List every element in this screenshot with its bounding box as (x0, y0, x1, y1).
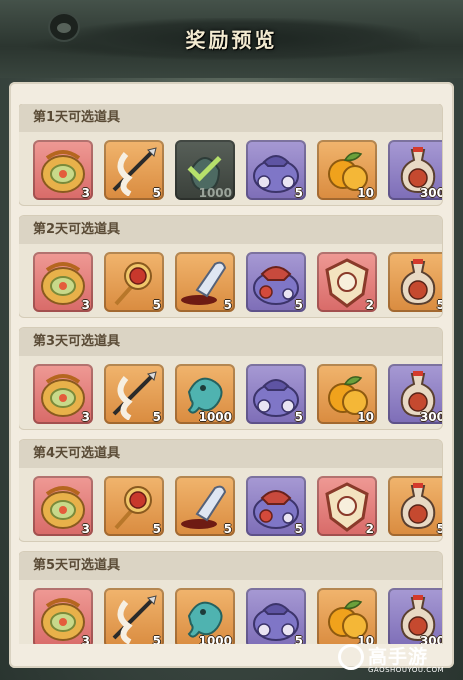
reward-day-section: 第1天可选道具 3 5 1000 5 10 300 (19, 104, 442, 205)
reward-item[interactable]: 10 (317, 140, 377, 200)
item-quantity: 5 (436, 298, 442, 312)
reward-item[interactable]: 1000 (175, 588, 235, 644)
watermark-logo: 高手游 GAOSHOUYOU.COM (338, 642, 458, 676)
reward-day-section: 第4天可选道具 3 5 5 5 2 5 (19, 440, 442, 541)
brand-logo-icon (338, 644, 364, 670)
reward-item[interactable]: 5 (246, 476, 306, 536)
item-quantity: 2 (365, 522, 374, 536)
item-quantity: 3 (81, 634, 90, 644)
item-quantity: 10 (357, 410, 374, 424)
item-quantity: 300 (419, 410, 442, 424)
reward-item[interactable]: 3 (33, 140, 93, 200)
day-label: 第3天可选道具 (19, 328, 442, 356)
item-row: 3 5 1000 5 10 300 (33, 364, 442, 424)
item-quantity: 5 (152, 410, 161, 424)
reward-item[interactable]: 5 (246, 252, 306, 312)
reward-item[interactable]: 5 (104, 476, 164, 536)
item-quantity: 1000 (198, 186, 232, 200)
reward-day-section: 第2天可选道具 3 5 5 5 2 5 (19, 216, 442, 317)
reward-item[interactable]: 10 (317, 364, 377, 424)
reward-item[interactable]: 3 (33, 364, 93, 424)
reward-item[interactable]: 300 (388, 140, 442, 200)
reward-item[interactable]: 5 (246, 364, 306, 424)
item-row: 3 5 5 5 2 5 (33, 476, 442, 536)
reward-item[interactable]: 5 (246, 588, 306, 644)
item-quantity: 5 (294, 410, 303, 424)
item-quantity: 300 (419, 186, 442, 200)
item-quantity: 3 (81, 522, 90, 536)
reward-item[interactable]: 300 (388, 364, 442, 424)
reward-item[interactable]: 5 (175, 476, 235, 536)
reward-item[interactable]: 5 (104, 588, 164, 644)
item-quantity: 5 (223, 522, 232, 536)
item-quantity: 5 (294, 522, 303, 536)
item-quantity: 5 (152, 186, 161, 200)
reward-item[interactable]: 5 (175, 252, 235, 312)
reward-item[interactable]: 5 (246, 140, 306, 200)
watermark-brand: 高手游 (368, 646, 429, 668)
reward-item[interactable]: 3 (33, 588, 93, 644)
item-row: 3 5 1000 5 10 300 (33, 140, 442, 200)
reward-day-section: 第3天可选道具 3 5 1000 5 10 300 (19, 328, 442, 429)
day-label: 第5天可选道具 (19, 552, 442, 580)
reward-panel: 第1天可选道具 3 5 1000 5 10 300 第2天可选道具 3 5 5 5 2 5 第3天可选道具 3… (9, 82, 454, 668)
reward-preview-window: 奖励预览 第1天可选道具 3 5 1000 5 10 300 第2天可选道具 3 5 5 5 2 5 第3天… (0, 0, 463, 680)
reward-list[interactable]: 第1天可选道具 3 5 1000 5 10 300 第2天可选道具 3 5 5 5 2 5 第3天可选道具 3… (19, 104, 443, 644)
item-quantity: 2 (365, 298, 374, 312)
potion-bottle-icon (400, 483, 436, 530)
day-label: 第4天可选道具 (19, 440, 442, 468)
reward-item[interactable]: 300 (388, 588, 442, 644)
item-quantity: 3 (81, 298, 90, 312)
page-title: 奖励预览 (185, 28, 278, 52)
item-quantity: 1000 (198, 410, 232, 424)
item-quantity: 5 (294, 186, 303, 200)
potion-bottle-icon (400, 259, 436, 306)
item-quantity: 5 (223, 298, 232, 312)
item-row: 3 5 1000 5 10 300 (33, 588, 442, 644)
item-quantity: 3 (81, 186, 90, 200)
reward-item[interactable]: 1000 (175, 140, 235, 200)
reward-item[interactable]: 5 (388, 476, 442, 536)
reward-item[interactable]: 5 (388, 252, 442, 312)
item-row: 3 5 5 5 2 5 (33, 252, 442, 312)
reward-item[interactable]: 3 (33, 252, 93, 312)
reward-item[interactable]: 1000 (175, 364, 235, 424)
item-quantity: 5 (294, 298, 303, 312)
item-quantity: 5 (152, 634, 161, 644)
reward-item[interactable]: 10 (317, 588, 377, 644)
item-quantity: 5 (152, 522, 161, 536)
reward-item[interactable]: 5 (104, 252, 164, 312)
watermark-url: GAOSHOUYOU.COM (368, 666, 445, 674)
day-label: 第1天可选道具 (19, 104, 442, 132)
item-quantity: 1000 (198, 634, 232, 644)
reward-item[interactable]: 2 (317, 476, 377, 536)
item-quantity: 5 (294, 634, 303, 644)
item-quantity: 3 (81, 410, 90, 424)
item-quantity: 5 (152, 298, 161, 312)
item-quantity: 10 (357, 186, 374, 200)
day-label: 第2天可选道具 (19, 216, 442, 244)
item-quantity: 5 (436, 522, 442, 536)
reward-item[interactable]: 2 (317, 252, 377, 312)
reward-day-section: 第5天可选道具 3 5 1000 5 10 300 (19, 552, 442, 644)
reward-item[interactable]: 5 (104, 364, 164, 424)
title-banner: 奖励预览 (0, 0, 463, 78)
reward-item[interactable]: 5 (104, 140, 164, 200)
reward-item[interactable]: 3 (33, 476, 93, 536)
